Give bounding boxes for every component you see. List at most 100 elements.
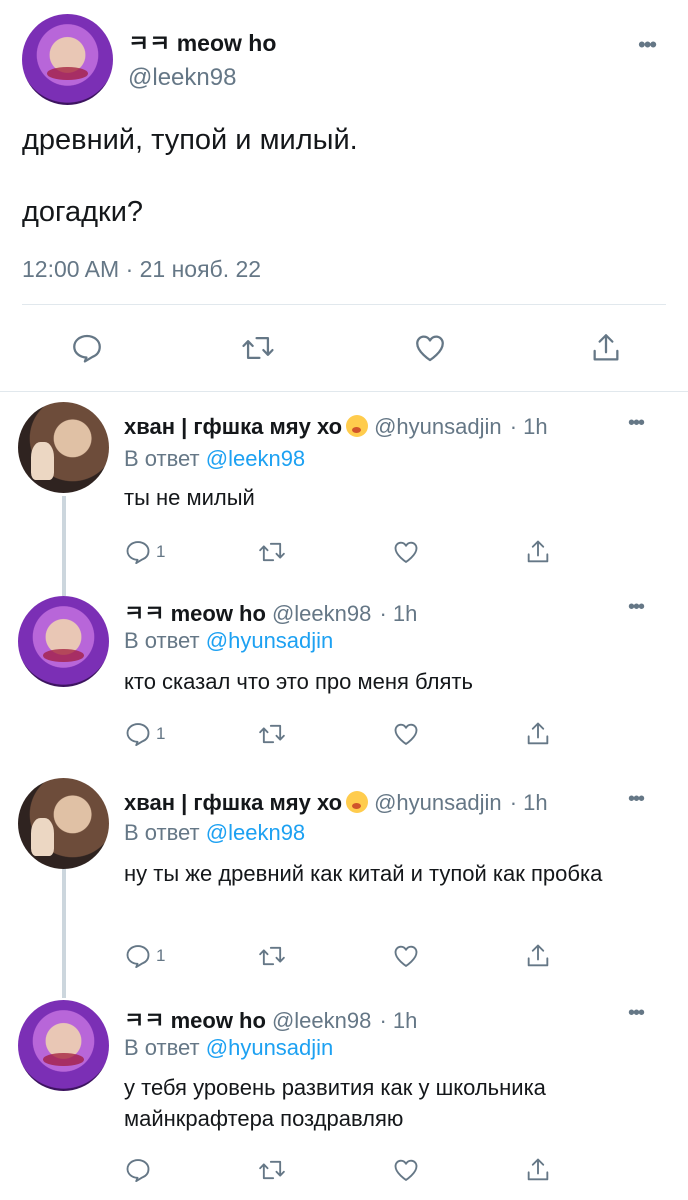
reply-context: В ответ @leekn98 — [124, 820, 305, 846]
retweet-button[interactable] — [256, 534, 288, 570]
more-icon[interactable]: ••• — [638, 32, 657, 58]
like-button[interactable] — [391, 938, 421, 974]
tweet-actions — [0, 1152, 688, 1192]
share-icon — [527, 722, 549, 745]
reply-header: хван | гфшка мяу хо @hyunsadjin · 1h — [124, 790, 548, 816]
like-button[interactable] — [410, 325, 450, 371]
timestamp: · 1h — [379, 1008, 418, 1033]
like-icon — [416, 335, 444, 362]
tweet-text: ну ты же древний как китай и тупой как п… — [124, 861, 603, 886]
display-name[interactable]: ㅋㅋ meow ho — [128, 24, 276, 58]
tweet-text: ты не милый — [124, 485, 255, 510]
tweet-text: догадки? — [22, 196, 144, 228]
reply-count: 1 — [156, 946, 166, 965]
retweet-button[interactable] — [256, 1152, 288, 1188]
share-button[interactable] — [524, 716, 552, 752]
share-icon — [527, 1158, 549, 1181]
mention-link[interactable]: @hyunsadjin — [206, 628, 334, 653]
avatar[interactable] — [18, 1000, 109, 1091]
reply-count: 1 — [156, 542, 166, 561]
thread-line — [62, 868, 66, 998]
mention-link[interactable]: @hyunsadjin — [206, 1035, 334, 1060]
reply-context: В ответ @hyunsadjin — [124, 1035, 333, 1061]
reply-header: ㅋㅋ meow ho @leekn98 · 1h — [124, 596, 417, 628]
mention-link[interactable]: @leekn98 — [206, 446, 305, 471]
like-icon — [394, 945, 418, 967]
reply-prefix: В ответ — [124, 628, 200, 653]
reply-header: ㅋㅋ meow ho @leekn98 · 1h — [124, 1003, 417, 1035]
share-icon — [593, 334, 619, 361]
reply-prefix: В ответ — [124, 820, 200, 845]
like-icon — [394, 1159, 418, 1181]
avatar[interactable] — [22, 14, 113, 105]
reply-header: хван | гфшка мяу хо @hyunsadjin · 1h — [124, 414, 548, 440]
tweet-actions — [0, 325, 688, 375]
retweet-icon — [259, 724, 285, 744]
main-tweet: ㅋㅋ meow ho @leekn98 ••• древний, тупой и… — [0, 0, 688, 392]
share-icon — [527, 540, 549, 563]
tweet-actions: 1 — [0, 534, 688, 574]
reply-button[interactable] — [124, 1152, 156, 1188]
retweet-button[interactable] — [256, 716, 288, 752]
reply-context: В ответ @leekn98 — [124, 446, 305, 472]
like-button[interactable] — [391, 534, 421, 570]
display-name[interactable]: хван | гфшка мяу хо — [124, 414, 342, 439]
retweet-button[interactable] — [256, 938, 288, 974]
share-button[interactable] — [524, 534, 552, 570]
reply-icon — [126, 541, 150, 565]
more-icon[interactable]: ••• — [628, 788, 645, 811]
reply-icon — [73, 334, 101, 363]
retweet-icon — [259, 946, 285, 966]
tweet-text: у тебя уровень развития как у школьника … — [124, 1075, 546, 1131]
avatar[interactable] — [18, 402, 109, 493]
reply-prefix: В ответ — [124, 446, 200, 471]
more-icon[interactable]: ••• — [628, 1002, 645, 1025]
display-name[interactable]: хван | гфшка мяу хо — [124, 790, 342, 815]
reply-button[interactable]: 1 — [124, 938, 165, 974]
timestamp: · 1h — [379, 601, 418, 626]
handle[interactable]: @leekn98 — [128, 64, 236, 92]
retweet-icon — [242, 336, 274, 360]
share-button[interactable] — [524, 938, 552, 974]
reply-context: В ответ @hyunsadjin — [124, 628, 333, 654]
display-name[interactable]: ㅋㅋ meow ho — [124, 1008, 266, 1033]
yawning-face-icon — [346, 415, 369, 437]
like-button[interactable] — [391, 1152, 421, 1188]
timestamp: · 1h — [509, 790, 548, 815]
yawning-face-icon — [346, 791, 369, 813]
retweet-button[interactable] — [238, 325, 278, 371]
reply-icon — [126, 723, 150, 747]
display-name[interactable]: ㅋㅋ meow ho — [124, 601, 266, 626]
handle[interactable]: @leekn98 — [272, 601, 371, 626]
reply-icon — [126, 1159, 150, 1183]
avatar[interactable] — [18, 596, 109, 687]
tweet-text: древний, тупой и милый. — [22, 124, 358, 156]
share-icon — [527, 944, 549, 967]
like-icon — [394, 723, 418, 745]
share-button[interactable] — [524, 1152, 552, 1188]
mention-link[interactable]: @leekn98 — [206, 820, 305, 845]
tweet-actions: 1 — [0, 938, 688, 978]
avatar[interactable] — [18, 778, 109, 869]
reply-button[interactable]: 1 — [124, 716, 165, 752]
more-icon[interactable]: ••• — [628, 412, 645, 435]
retweet-icon — [259, 542, 285, 562]
timestamp: · 1h — [509, 414, 548, 439]
divider — [22, 304, 666, 305]
like-button[interactable] — [391, 716, 421, 752]
like-icon — [394, 541, 418, 563]
handle[interactable]: @leekn98 — [272, 1008, 371, 1033]
tweet-timestamp: 12:00 AM · 21 нояб. 22 — [22, 256, 262, 282]
tweet-text: кто сказал что это про меня блять — [124, 669, 473, 694]
reply-icon — [126, 945, 150, 969]
reply-prefix: В ответ — [124, 1035, 200, 1060]
share-button[interactable] — [586, 325, 626, 371]
divider — [0, 391, 688, 392]
more-icon[interactable]: ••• — [628, 596, 645, 619]
retweet-icon — [259, 1160, 285, 1180]
reply-button[interactable]: 1 — [124, 534, 165, 570]
handle[interactable]: @hyunsadjin — [374, 790, 502, 815]
reply-button[interactable] — [67, 325, 107, 371]
handle[interactable]: @hyunsadjin — [374, 414, 502, 439]
tweet-actions: 1 — [0, 716, 688, 756]
